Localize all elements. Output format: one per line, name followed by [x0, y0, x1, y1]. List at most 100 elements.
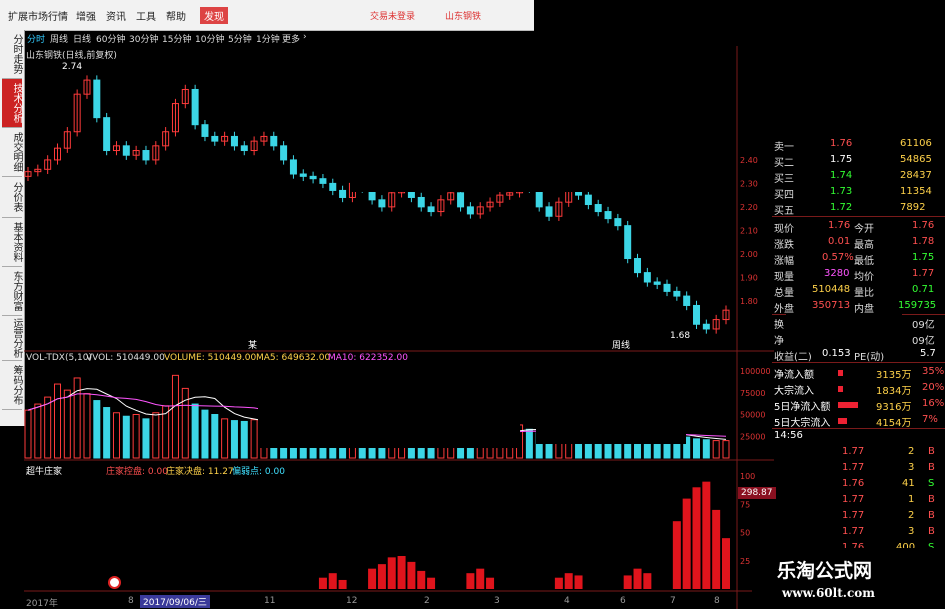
volume-bar: [122, 415, 130, 459]
flow-label: 5日净流入额: [774, 402, 831, 413]
volume-bar: [702, 439, 710, 459]
side-tab-eastmoney[interactable]: 东方财富: [2, 267, 22, 316]
candle-body: [702, 323, 710, 330]
flow-bar: [838, 370, 843, 376]
candle-body: [103, 117, 111, 152]
period-tab-day[interactable]: 日线: [73, 32, 91, 45]
stat-label: 总量: [774, 288, 794, 299]
side-tab-operation[interactable]: 运营分析: [2, 316, 22, 361]
order-volume: 61106: [900, 138, 932, 149]
flow-row: 5日净流入额 9316万 16%: [772, 396, 945, 413]
date-marker-left: 某: [248, 341, 258, 351]
redacted-area: [34, 308, 166, 348]
volume-bar: [712, 440, 720, 459]
stock-link[interactable]: 山东钢铁: [445, 9, 481, 22]
redacted-area: [786, 314, 902, 344]
candle-body: [584, 194, 592, 206]
indicator-name[interactable]: 超牛庄家: [26, 464, 62, 477]
period-tab-30min[interactable]: 30分钟: [129, 32, 158, 45]
candle-body: [230, 135, 238, 147]
stat-value: 5.7: [920, 348, 936, 359]
trade-row: 1.77 3 B: [772, 524, 945, 540]
indicator-bar: [377, 564, 386, 589]
menu-item-help[interactable]: 帮助: [166, 8, 186, 23]
trade-volume: 3: [908, 462, 915, 473]
stat-value: 0.153: [822, 348, 851, 359]
period-tab-60min[interactable]: 60分钟: [96, 32, 125, 45]
order-volume: 54865: [900, 154, 932, 165]
side-tab-technical[interactable]: 技术分析: [2, 79, 22, 128]
side-tab-trades[interactable]: 成交明细: [2, 128, 22, 177]
indicator-bar: [672, 521, 681, 589]
trade-volume: 2: [908, 510, 915, 521]
indicator-bar: [682, 498, 691, 589]
menu-item-tools[interactable]: 工具: [136, 8, 156, 23]
volume-indicator-name[interactable]: VOL-TDX(5,10): [26, 353, 92, 363]
period-tab-more[interactable]: 更多: [282, 32, 300, 45]
order-price: 1.76: [830, 138, 853, 149]
price-tick-label: 2.10: [740, 226, 758, 235]
candle-body: [299, 173, 307, 177]
candle-body: [594, 204, 602, 213]
trade-price: 1.77: [842, 526, 865, 537]
menu-item-market[interactable]: 扩展市场行情: [8, 8, 68, 23]
stat-label: 最高: [854, 240, 874, 251]
watermark-title: 乐淘公式网: [777, 560, 873, 582]
date-axis-label: 12: [346, 596, 358, 606]
volume-tick-label: 25000: [740, 432, 765, 441]
stat-row: 总量 510448 量比 0.71: [772, 282, 945, 299]
date-axis: 2017年 8 2017/09/06/三 11 12 2 3 4 6 7 8: [24, 594, 737, 609]
candle-body: [673, 290, 681, 297]
indicator-bar: [712, 509, 721, 589]
indicator-line2: 庄家决盘: 11.27: [166, 467, 234, 477]
period-tab-timeshare[interactable]: 分时: [27, 32, 45, 45]
login-status[interactable]: 交易未登录: [370, 9, 415, 22]
order-volume: 7892: [900, 202, 926, 213]
order-price: 1.74: [830, 170, 853, 181]
side-tab-chips[interactable]: 筹码分布: [2, 361, 22, 410]
redacted-area: [258, 408, 520, 448]
record-icon[interactable]: [108, 576, 121, 589]
candle-body: [614, 218, 622, 227]
stat-value: 350713: [812, 300, 851, 311]
stat-row: 现价 1.76 今开 1.76: [772, 218, 945, 235]
indicator-value-box: 298.87: [738, 487, 776, 499]
stat-value: 159735: [898, 300, 937, 311]
side-tab-price-table[interactable]: 分价表: [2, 177, 22, 218]
watermark: 乐淘公式网 www.60lt.com: [752, 548, 945, 609]
price-tick-label: 2.20: [740, 203, 758, 212]
volume-bar: [722, 440, 730, 459]
side-tab-profile[interactable]: 基本资料: [2, 218, 22, 267]
order-label: 买三: [774, 174, 794, 185]
trade-side: B: [928, 462, 935, 473]
candle-body: [93, 79, 101, 119]
order-price: 1.75: [830, 154, 853, 165]
indicator-bar: [328, 573, 337, 589]
period-tab-week[interactable]: 周线: [50, 32, 68, 45]
chevron-right-icon[interactable]: ›: [303, 32, 307, 42]
menu-item-enhance[interactable]: 增强: [76, 8, 96, 23]
stat-value: 1.78: [912, 236, 935, 247]
period-tab-5min[interactable]: 5分钟: [228, 32, 252, 45]
indicator-bar: [486, 577, 495, 589]
time-row: 14:56: [772, 428, 945, 444]
candle-body: [142, 150, 150, 161]
cursor-date-label: 2017/09/06/三: [140, 595, 210, 608]
volume-bar: [211, 414, 219, 459]
price-tick-label: 2.40: [740, 156, 758, 165]
flow-row: 净流入额 3135万 35%: [772, 364, 945, 381]
period-tab-15min[interactable]: 15分钟: [162, 32, 191, 45]
menu-item-discover[interactable]: 发现: [200, 7, 228, 24]
side-tab-timeshare[interactable]: 分时走势: [2, 30, 22, 79]
trade-price: 1.77: [842, 462, 865, 473]
volume-tick-label: 100000: [740, 367, 771, 376]
redacted-area: [536, 414, 686, 444]
period-tab-1min[interactable]: 1分钟: [256, 32, 280, 45]
candle-body: [643, 272, 651, 283]
volume-bar: [171, 374, 179, 459]
indicator-bar: [318, 577, 327, 589]
period-tab-10min[interactable]: 10分钟: [195, 32, 224, 45]
high-label: 2.74: [62, 62, 83, 72]
menu-item-news[interactable]: 资讯: [106, 8, 126, 23]
stat-label: 外盘: [774, 304, 794, 315]
